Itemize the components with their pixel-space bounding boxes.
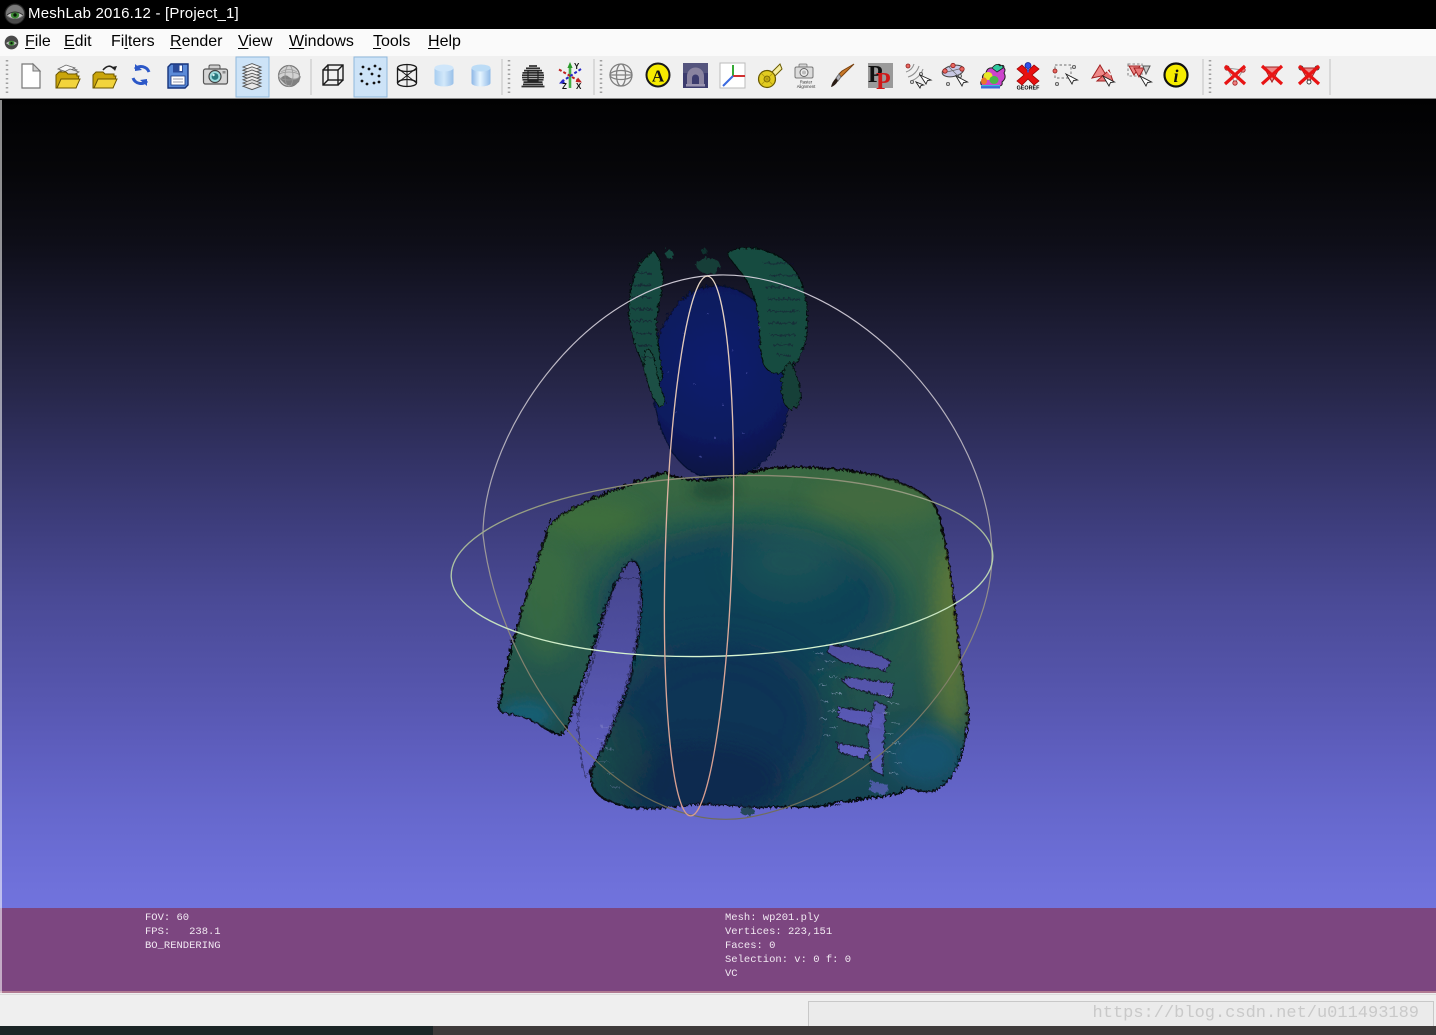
svg-text:Z: Z [562, 82, 567, 91]
svg-text:Alignment: Alignment [797, 84, 816, 89]
svg-text:A: A [652, 67, 665, 86]
svg-text:X: X [576, 82, 582, 91]
svg-text:Y: Y [574, 62, 580, 71]
svg-text:P: P [876, 69, 891, 95]
svg-text:GEOREF: GEOREF [1017, 86, 1040, 92]
svg-text:i: i [1173, 66, 1178, 86]
